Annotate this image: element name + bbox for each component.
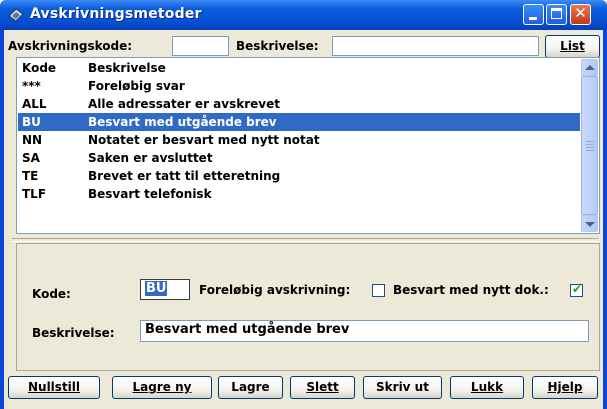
list-item[interactable]: TLF Besvart telefonisk [18,185,580,203]
reset-button[interactable]: Nullstill [8,376,100,399]
list-button-label: List [560,39,585,53]
close-button-label: Lukk [470,380,504,394]
list-item-description: Notatet er besvart med nytt notat [88,133,320,147]
list-item-description: Brevet er tatt til etteretning [88,169,281,183]
list-item-code: TLF [22,187,47,201]
app-window: Avskrivningsmetoder ✕ Avskrivningskode: … [0,0,607,409]
client-area: Avskrivningskode: Beskrivelse: List Kode… [4,30,603,409]
code-input-value: BU [145,281,168,296]
maximize-button[interactable] [546,4,567,25]
reset-button-label: Nullstill [27,380,81,394]
help-button[interactable]: Hjelp [532,376,598,399]
minimize-button[interactable] [523,4,544,25]
list-item[interactable]: SA Saken er avsluttet [18,149,580,167]
code-filter-input[interactable] [172,36,229,56]
save-button[interactable]: Lagre [218,376,283,399]
answered-new-doc-checkbox[interactable]: ✔ [570,282,583,297]
description-filter-input[interactable] [332,36,539,56]
print-button[interactable]: Skriv ut [363,376,442,399]
code-input[interactable]: BU [140,279,190,300]
print-button-label: Skriv ut [376,380,429,394]
scroll-thumb[interactable] [581,76,598,215]
list-item[interactable]: TE Brevet er tatt til etteretning [18,167,580,185]
list-item-description: Saken er avsluttet [88,151,213,165]
list-item-code: ALL [22,97,47,111]
column-header-description: Beskrivelse [88,61,166,75]
save-new-button-label: Lagre ny [132,380,192,394]
list-item-description: Besvart telefonisk [88,187,212,201]
save-button-label: Lagre [231,380,270,394]
separator [12,238,598,242]
list-item-code: BU [22,115,41,129]
help-button-label: Hjelp [547,380,583,394]
column-header-code: Kode [22,61,57,75]
description-input[interactable]: Besvart med utgående brev [140,320,589,342]
list-item-code: NN [22,133,43,147]
delete-button[interactable]: Slett [290,376,355,399]
list-item-description: Alle adressater er avskrevet [88,97,280,111]
check-icon: ✔ [572,282,583,296]
title-bar[interactable]: Avskrivningsmetoder ✕ [0,0,607,30]
list-scrollbar[interactable] [581,59,598,232]
scroll-down-button[interactable] [581,215,598,232]
list-item-code: *** [22,79,41,93]
save-new-button[interactable]: Lagre ny [112,376,212,399]
scroll-up-button[interactable] [581,59,598,76]
chevron-down-icon [585,222,595,227]
list-item-description: Besvart med utgående brev [88,115,277,129]
list-item[interactable]: ALL Alle adressater er avskrevet [18,95,580,113]
answered-new-doc-label: Besvart med nytt dok.: [393,283,549,297]
list-item-code: TE [22,169,39,183]
list-item-code: SA [22,151,40,165]
description-filter-label: Beskrivelse: [236,39,319,53]
minimize-icon [529,17,537,20]
close-button[interactable]: Lukk [450,376,524,399]
app-icon [8,8,24,22]
list-item[interactable]: BU Besvart med utgående brev [18,113,580,131]
list-item[interactable]: *** Foreløbig svar [18,77,580,95]
list-item[interactable]: NN Notatet er besvart med nytt notat [18,131,580,149]
code-list[interactable]: Kode Beskrivelse *** Foreløbig svar ALL All… [16,57,600,234]
maximize-icon [551,8,562,19]
detail-group [16,243,600,371]
delete-button-label: Slett [306,380,339,394]
close-window-button[interactable]: ✕ [570,4,591,25]
description-label: Beskrivelse: [32,326,115,340]
close-icon: ✕ [574,4,587,22]
list-button[interactable]: List [545,35,600,58]
list-item-description: Foreløbig svar [88,79,185,93]
code-filter-label: Avskrivningskode: [8,39,133,53]
window-title: Avskrivningsmetoder [30,6,202,22]
preliminary-writeoff-label: Foreløbig avskrivning: [199,283,351,297]
code-label: Kode: [32,287,71,301]
chevron-up-icon [585,65,595,70]
list-header: Kode Beskrivelse [18,59,580,77]
preliminary-writeoff-checkbox[interactable] [372,284,385,297]
